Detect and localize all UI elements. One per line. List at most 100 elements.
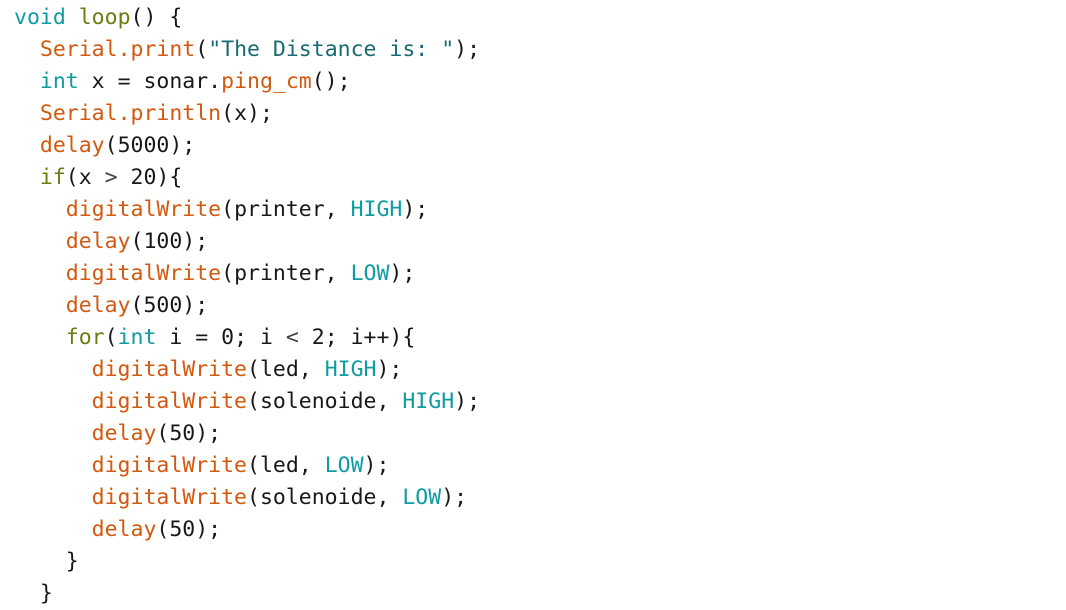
code-token-punct: (); [311, 69, 351, 94]
code-line: digitalWrite(printer, HIGH); [14, 194, 1054, 226]
code-token-fn: . [117, 101, 131, 126]
code-line: for(int i = 0; i < 2; i++){ [14, 322, 1054, 354]
code-token-fn: delay [65, 293, 131, 318]
code-token-punct: (led, [247, 357, 325, 382]
code-token-op: < [285, 325, 299, 350]
code-token-punct: (led, [247, 453, 325, 478]
code-token-punct: (x); [221, 101, 273, 126]
code-token-punct: ( [104, 325, 118, 350]
code-token-kw: LOW [350, 261, 390, 286]
code-token-str: "The Distance is: " [208, 37, 455, 62]
code-token-punct: (5000); [104, 133, 196, 158]
code-token-fn: print [130, 37, 196, 62]
code-token-fn: digitalWrite [91, 357, 248, 382]
code-line: delay(50); [14, 514, 1054, 546]
code-token-punct: (50); [156, 421, 222, 446]
code-token-punct: () { [130, 5, 183, 30]
code-token-plain: 2; i++){ [298, 325, 416, 350]
code-line: digitalWrite(solenoide, HIGH); [14, 386, 1054, 418]
code-token-fn: delay [91, 421, 157, 446]
code-token-punct: ( [195, 37, 209, 62]
code-token-punct: (printer, [221, 261, 351, 286]
code-token-ctrl: loop [78, 5, 131, 30]
code-token-punct: 20){ [117, 165, 183, 190]
code-token-punct: (solenoide, [247, 485, 403, 510]
code-token-punct: (x [65, 165, 105, 190]
code-line: if(x > 20){ [14, 162, 1054, 194]
code-token-fn: ping_cm [221, 69, 312, 94]
code-token-op: > [104, 165, 118, 190]
code-token-fn: digitalWrite [91, 389, 248, 414]
code-token-punct: ); [454, 37, 481, 62]
code-token-ctrl: for [65, 325, 105, 350]
code-token-punct: ); [376, 357, 403, 382]
code-line: delay(5000); [14, 130, 1054, 162]
code-token-plain: x = sonar. [78, 69, 222, 94]
code-line: } [14, 546, 1054, 578]
code-line: delay(100); [14, 226, 1054, 258]
code-line: Serial.println(x); [14, 98, 1054, 130]
code-line: Serial.print("The Distance is: "); [14, 34, 1054, 66]
code-token-punct: ); [441, 485, 468, 510]
code-token-kw: int [117, 325, 157, 350]
code-token-punct: (100); [130, 229, 209, 254]
code-token-punct: ); [402, 197, 429, 222]
code-token-fn: delay [65, 229, 131, 254]
code-token-fn: digitalWrite [65, 197, 222, 222]
code-line: digitalWrite(solenoide, LOW); [14, 482, 1054, 514]
code-token-punct: (50); [156, 517, 222, 542]
code-line: digitalWrite(led, HIGH); [14, 354, 1054, 386]
code-token-fn: digitalWrite [91, 485, 248, 510]
code-line: } [14, 578, 1054, 610]
code-token-fn: Serial [39, 101, 118, 126]
code-token-kw: void [14, 5, 66, 30]
code-token-fn: delay [39, 133, 105, 158]
code-token-punct: (printer, [221, 197, 351, 222]
code-line: delay(50); [14, 418, 1054, 450]
code-line: digitalWrite(printer, LOW); [14, 258, 1054, 290]
code-token-kw: HIGH [350, 197, 403, 222]
code-token-ctrl: if [39, 165, 66, 190]
code-line: int x = sonar.ping_cm(); [14, 66, 1054, 98]
code-token-fn: println [130, 101, 222, 126]
code-token-punct: (solenoide, [247, 389, 403, 414]
code-token-fn: digitalWrite [91, 453, 248, 478]
code-block[interactable]: void loop() { Serial.print("The Distance… [14, 2, 1054, 610]
code-token-plain: i = 0; i [156, 325, 286, 350]
code-token-fn: . [117, 37, 131, 62]
code-token-kw: HIGH [402, 389, 455, 414]
code-token-punct: ); [389, 261, 416, 286]
code-token-fn: Serial [39, 37, 118, 62]
code-token-punct: ); [454, 389, 481, 414]
code-token-kw: LOW [324, 453, 364, 478]
code-token-fn: digitalWrite [65, 261, 222, 286]
code-token-punct: } [39, 581, 53, 606]
code-line: void loop() { [14, 2, 1054, 34]
code-token-kw: HIGH [324, 357, 377, 382]
code-token-kw: int [39, 69, 79, 94]
code-token-fn: delay [91, 517, 157, 542]
code-token-punct: ); [363, 453, 390, 478]
code-token-punct: (500); [130, 293, 209, 318]
code-token-kw: LOW [402, 485, 442, 510]
code-line: digitalWrite(led, LOW); [14, 450, 1054, 482]
